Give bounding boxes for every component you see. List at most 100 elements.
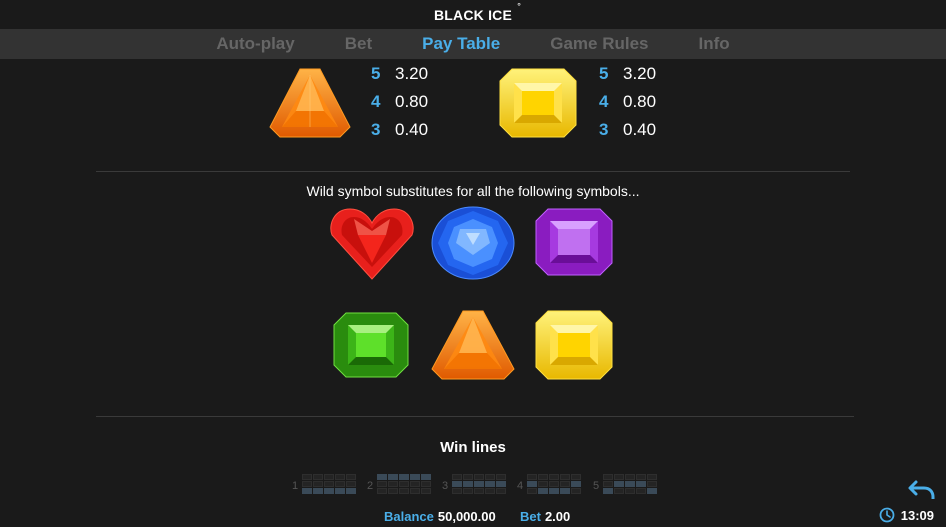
pay-line: 4 0.80 [599, 88, 656, 116]
yellow-square-gem-icon [499, 68, 577, 138]
win-line-cell [452, 488, 462, 494]
win-line-grid [302, 474, 356, 494]
win-line-cell [625, 488, 635, 494]
bet-value: 2.00 [544, 509, 571, 524]
win-line-cell [485, 481, 495, 487]
pay-line: 5 3.20 [599, 60, 656, 88]
blue-round-gem-icon [431, 206, 515, 280]
win-line-cell [560, 481, 570, 487]
title-bar: BLACK ICE ° [0, 0, 946, 29]
win-line-grid [452, 474, 506, 494]
tab-bar: Auto-play Bet Pay Table Game Rules Info [0, 29, 946, 59]
win-line-cell [377, 481, 387, 487]
win-line-cell [614, 474, 624, 480]
win-line-cell [335, 481, 345, 487]
paytable-yellow-values: 5 3.20 4 0.80 3 0.40 [599, 60, 656, 144]
pay-value: 0.80 [395, 92, 429, 111]
win-line-cell [527, 481, 537, 487]
win-line-cell [549, 481, 559, 487]
win-line-cell [560, 488, 570, 494]
tab-info[interactable]: Info [674, 29, 755, 59]
balance-display: Balance 50,000.00 [384, 509, 496, 524]
win-line-number: 1 [292, 480, 299, 492]
win-line-cell [603, 474, 613, 480]
pay-value: 0.80 [623, 92, 657, 111]
win-line-cell [313, 488, 323, 494]
pay-line: 4 0.80 [371, 88, 428, 116]
clock-time: 13:09 [900, 507, 934, 523]
pay-line: 5 3.20 [371, 60, 428, 88]
paytable-orange-values: 5 3.20 4 0.80 3 0.40 [371, 60, 428, 144]
divider [96, 416, 854, 417]
game-title: BLACK ICE ° [433, 1, 521, 23]
status-bar: Balance 50,000.00 Bet 2.00 13:09 [0, 499, 946, 527]
win-line-cell [399, 488, 409, 494]
win-line-cell [647, 488, 657, 494]
win-line-cell [346, 481, 356, 487]
bet-display: Bet 2.00 [520, 509, 570, 524]
pay-count: 4 [599, 92, 609, 111]
tab-pay-table[interactable]: Pay Table [397, 29, 525, 59]
win-line-cell [388, 488, 398, 494]
orange-triangle-gem-icon [431, 310, 515, 380]
win-line-cell [388, 474, 398, 480]
win-lines-list: 1 2 3 4 5 [0, 474, 946, 494]
purple-square-gem-icon [535, 208, 613, 276]
divider [96, 171, 850, 172]
win-line-cell [647, 474, 657, 480]
red-heart-gem-icon [330, 208, 414, 280]
win-line-cell [346, 474, 356, 480]
bet-label: Bet [520, 509, 541, 524]
win-line-cell [302, 474, 312, 480]
win-line-cell [377, 488, 387, 494]
pay-count: 3 [599, 120, 609, 139]
win-line-cell [538, 474, 548, 480]
pay-count: 5 [599, 64, 609, 83]
win-line-number: 4 [517, 480, 524, 492]
pay-value: 0.40 [623, 120, 657, 139]
title-mark: ° [517, 1, 522, 11]
win-line-cell [485, 474, 495, 480]
win-line-cell [388, 481, 398, 487]
win-line-cell [474, 481, 484, 487]
win-line-cell [549, 488, 559, 494]
win-line-number: 5 [593, 480, 600, 492]
balance-label: Balance [384, 509, 434, 524]
pay-line: 3 0.40 [371, 116, 428, 144]
win-line-cell [463, 488, 473, 494]
win-line-cell [399, 474, 409, 480]
win-line-cell [474, 488, 484, 494]
win-line-cell [346, 488, 356, 494]
win-line-cell [421, 474, 431, 480]
win-line-cell [636, 474, 646, 480]
win-line-cell [625, 474, 635, 480]
win-line-cell [302, 488, 312, 494]
win-line-cell [571, 488, 581, 494]
win-line-cell [463, 474, 473, 480]
win-line-cell [421, 488, 431, 494]
win-line-cell [527, 474, 537, 480]
win-line-grid [377, 474, 431, 494]
tab-game-rules[interactable]: Game Rules [525, 29, 673, 59]
win-line-cell [603, 481, 613, 487]
win-line-cell [324, 481, 334, 487]
win-lines-title: Win lines [440, 439, 506, 456]
pay-line: 3 0.40 [599, 116, 656, 144]
win-line-cell [410, 474, 420, 480]
win-line-cell [474, 474, 484, 480]
win-line-cell [571, 474, 581, 480]
win-line-cell [538, 481, 548, 487]
pay-value: 3.20 [623, 64, 657, 83]
tab-auto-play[interactable]: Auto-play [191, 29, 319, 59]
tab-bet[interactable]: Bet [320, 29, 397, 59]
win-line-cell [421, 481, 431, 487]
win-line-cell [636, 488, 646, 494]
clock-icon [879, 507, 895, 523]
win-line-cell [560, 474, 570, 480]
pay-value: 0.40 [395, 120, 429, 139]
pay-count: 3 [371, 120, 381, 139]
game-title-text: BLACK ICE [433, 7, 513, 23]
win-line-cell [549, 474, 559, 480]
win-line-number: 3 [442, 480, 449, 492]
win-line-grid [603, 474, 657, 494]
